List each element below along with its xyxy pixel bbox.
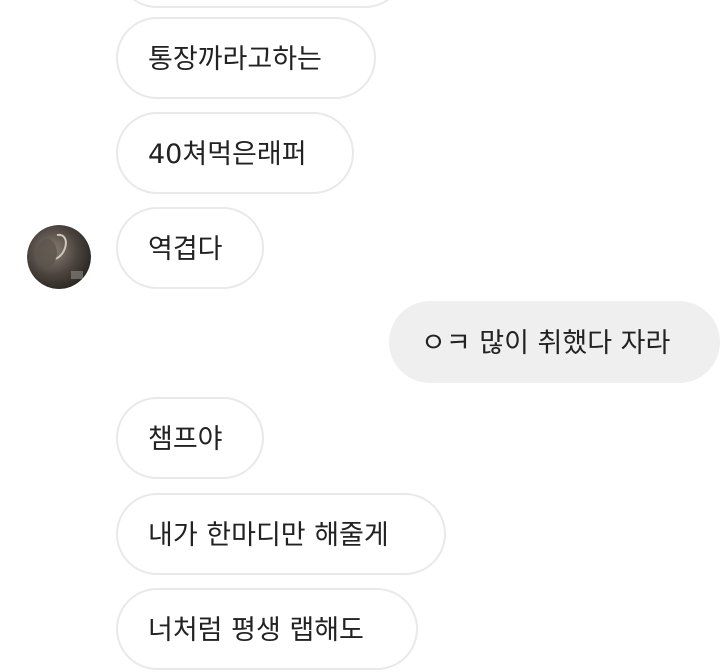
chat-thread: 통장까라고하는 40쳐먹은래퍼 역겹다 ㅇㅋ 많이 취했다 자라 챔프야 내가 …: [0, 0, 720, 670]
message-bubble-incoming[interactable]: 챔프야: [116, 397, 264, 479]
profile-avatar-icon[interactable]: [27, 225, 91, 289]
message-bubble-incoming[interactable]: 통장까라고하는: [116, 17, 376, 99]
message-bubble-incoming[interactable]: 40쳐먹은래퍼: [116, 112, 354, 194]
message-bubble-incoming[interactable]: [116, 0, 406, 8]
message-bubble-incoming[interactable]: 역겹다: [116, 207, 264, 289]
message-bubble-incoming[interactable]: 내가 한마디만 해줄게: [116, 493, 446, 575]
message-bubble-incoming[interactable]: 너처럼 평생 랩해도: [116, 588, 418, 670]
message-bubble-outgoing[interactable]: ㅇㅋ 많이 취했다 자라: [389, 301, 720, 383]
